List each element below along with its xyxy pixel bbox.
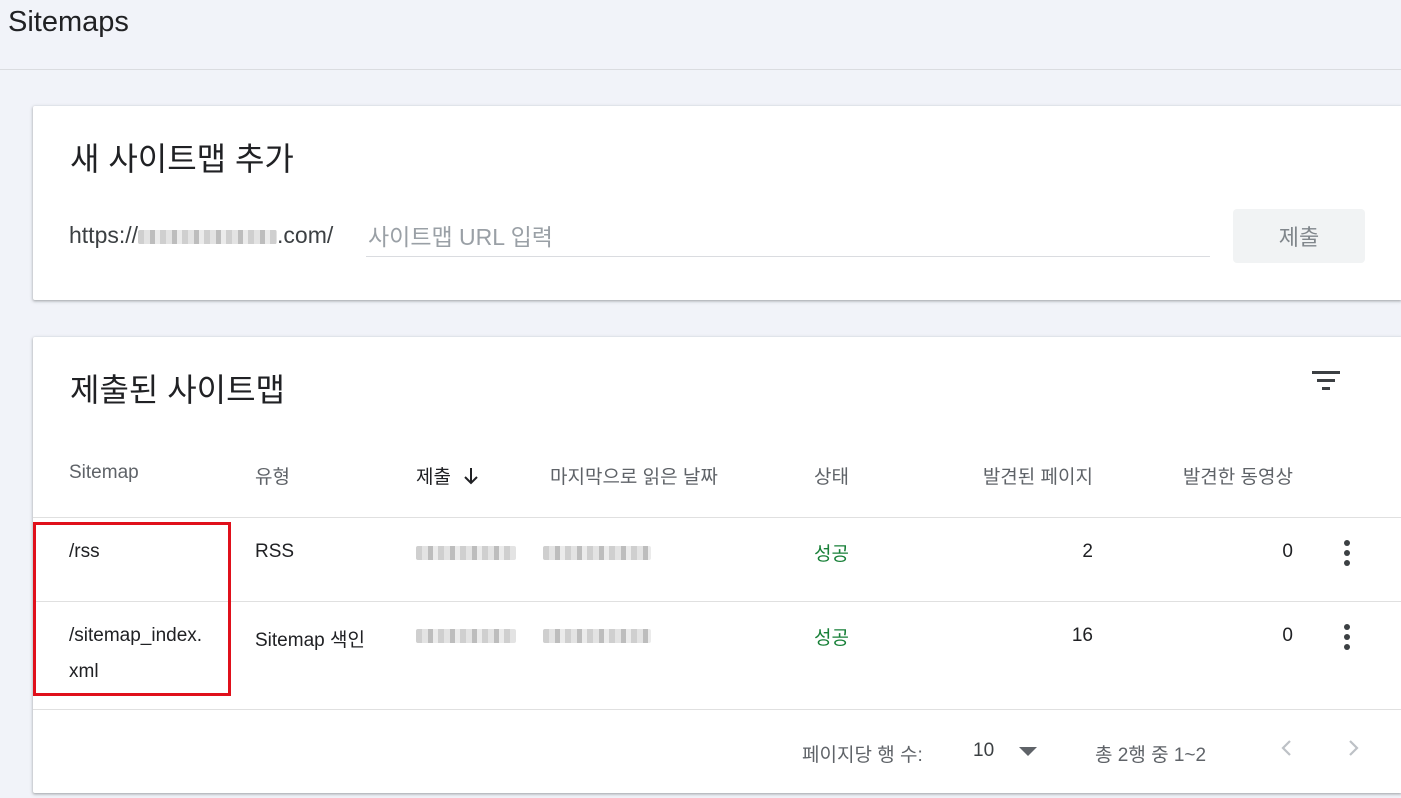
submit-sitemap-button[interactable]: 제출 <box>1233 209 1365 263</box>
discovered-videos: 0 <box>1282 625 1293 646</box>
redacted-last-read-date <box>543 629 651 643</box>
add-sitemap-card: 새 사이트맵 추가 https:// .com/ 제출 <box>33 106 1401 300</box>
url-prefix-start: https:// <box>69 222 139 248</box>
sitemap-type: Sitemap 색인 <box>255 630 365 651</box>
filter-icon[interactable] <box>1312 369 1342 393</box>
status-badge: 성공 <box>814 544 849 565</box>
rows-per-page-label: 페이지당 행 수: <box>802 745 923 766</box>
arrow-down-icon <box>464 468 478 485</box>
site-url-prefix: https:// .com/ <box>69 222 333 249</box>
annotation-highlight-box <box>33 522 231 696</box>
redacted-domain <box>138 229 278 244</box>
column-header-videos[interactable]: 발견한 동영상 <box>1143 462 1293 489</box>
column-header-submitted[interactable]: 제출 <box>416 462 480 489</box>
column-header-pages[interactable]: 발견된 페이지 <box>933 462 1093 489</box>
page-header: Sitemaps <box>0 0 1401 70</box>
sitemap-type: RSS <box>255 541 295 562</box>
chevron-right-icon[interactable] <box>1339 734 1367 762</box>
discovered-videos: 0 <box>1282 541 1293 562</box>
column-header-sitemap[interactable]: Sitemap <box>69 462 139 484</box>
more-vert-icon[interactable] <box>1342 624 1352 650</box>
row-divider <box>33 709 1401 710</box>
redacted-submitted-date <box>416 546 516 560</box>
submitted-sitemaps-title: 제출된 사이트맵 <box>70 372 285 408</box>
discovered-pages: 16 <box>1071 625 1093 646</box>
rows-per-page-select[interactable]: 10 <box>973 740 994 762</box>
page-title: Sitemaps <box>8 6 129 38</box>
column-header-type[interactable]: 유형 <box>255 462 290 489</box>
column-header-last-read[interactable]: 마지막으로 읽은 날짜 <box>550 462 718 489</box>
more-vert-icon[interactable] <box>1342 540 1352 566</box>
chevron-down-icon[interactable] <box>1019 747 1037 756</box>
url-prefix-end: .com/ <box>277 222 334 248</box>
submitted-sitemaps-card: 제출된 사이트맵 Sitemap 유형 제출 마지막으로 읽은 날짜 상태 발견… <box>33 337 1401 793</box>
chevron-left-icon[interactable] <box>1273 734 1301 762</box>
row-divider <box>33 601 1401 602</box>
header-divider <box>33 517 1401 518</box>
pagination-range: 총 2행 중 1~2 <box>1095 745 1207 766</box>
add-sitemap-title: 새 사이트맵 추가 <box>70 141 294 177</box>
column-header-status[interactable]: 상태 <box>814 462 849 489</box>
redacted-submitted-date <box>416 629 516 643</box>
discovered-pages: 2 <box>1082 541 1093 562</box>
status-badge: 성공 <box>814 628 849 649</box>
sitemap-url-row: https:// .com/ <box>69 218 1210 264</box>
sitemap-url-input[interactable] <box>366 218 1210 257</box>
column-header-submitted-label: 제출 <box>416 467 451 488</box>
redacted-last-read-date <box>543 546 651 560</box>
